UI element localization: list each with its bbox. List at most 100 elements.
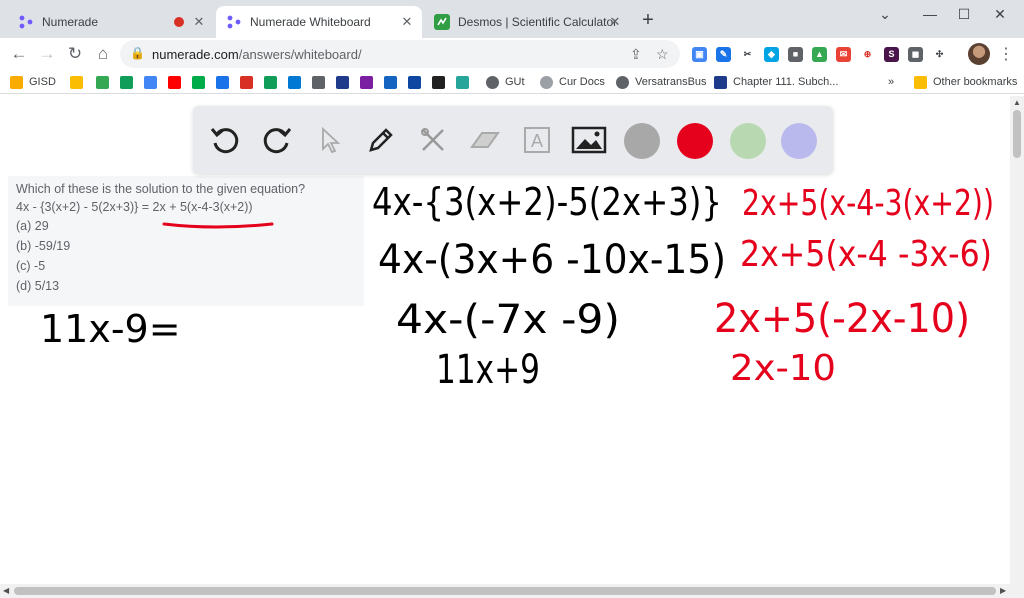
app-icon [336, 75, 349, 89]
pointer-icon[interactable] [309, 120, 349, 160]
bookmark-drive[interactable] [96, 74, 115, 90]
bookmark-versatransbus[interactable]: VersatransBus [616, 74, 707, 90]
numerade-icon [226, 14, 242, 30]
bookmark-star-icon[interactable]: ☆ [656, 46, 669, 63]
desmos-icon [434, 14, 450, 30]
bookmark-outlook[interactable] [288, 74, 307, 90]
folder-icon [70, 75, 83, 89]
home-button[interactable]: ⌂ [92, 43, 114, 65]
bookmarks-bar: GISD GUt Cur Docs VersatransBus Chapter … [0, 70, 1024, 94]
gisd-icon [10, 75, 23, 89]
app-icon [384, 75, 397, 89]
sheets-icon [264, 75, 277, 89]
tools-icon[interactable] [413, 120, 453, 160]
bookmark-gisd[interactable]: GISD [10, 74, 56, 90]
url-path: /answers/whiteboard/ [238, 47, 362, 62]
bookmark-youtube[interactable] [168, 74, 187, 90]
bookmarks-overflow[interactable]: » [888, 74, 894, 90]
eraser-icon[interactable] [465, 120, 505, 160]
close-icon[interactable]: ✕ [400, 15, 414, 29]
close-icon[interactable]: ✕ [608, 15, 622, 29]
tab-strip: Numerade ✕ Numerade Whiteboard ✕ Desmos … [0, 0, 1024, 38]
bookmark-app[interactable] [432, 74, 451, 90]
maximize-button[interactable]: ☐ [954, 4, 974, 24]
bookmark-app[interactable] [336, 74, 355, 90]
redo-icon[interactable] [257, 120, 297, 160]
meet-icon [192, 75, 205, 89]
color-gray-swatch[interactable] [624, 123, 660, 159]
close-window-button[interactable]: ✕ [990, 4, 1010, 24]
bookmark-app[interactable] [384, 74, 403, 90]
new-tab-button[interactable]: + [638, 10, 658, 31]
drive-icon[interactable]: ▲ [812, 47, 827, 62]
scroll-left-icon[interactable]: ◀ [3, 586, 9, 595]
tab-desmos[interactable]: Desmos | Scientific Calculator ✕ [424, 6, 630, 38]
menu-icon[interactable]: ⋮ [998, 44, 1014, 64]
bookmark-label: GISD [29, 76, 56, 88]
lock-icon: 🔒 [130, 46, 145, 60]
extension-icon[interactable]: ✉ [836, 47, 851, 62]
tab-numerade[interactable]: Numerade ✕ [8, 6, 214, 38]
text-tool-icon[interactable]: A [517, 120, 557, 160]
extensions-puzzle-icon[interactable]: ✣ [932, 47, 947, 62]
bookmark-app[interactable] [360, 74, 379, 90]
wf-icon [240, 75, 253, 89]
extension-icon[interactable]: S [884, 47, 899, 62]
document-icon [714, 75, 727, 89]
bookmark-other[interactable]: Other bookmarks [914, 74, 1017, 90]
url-text[interactable]: numerade.com/answers/whiteboard/ [152, 47, 362, 62]
bookmark-app[interactable] [312, 74, 331, 90]
bookmark-meet[interactable] [192, 74, 211, 90]
bookmark-app[interactable] [456, 74, 475, 90]
bookmark-docs[interactable] [144, 74, 163, 90]
reload-button[interactable]: ↻ [64, 43, 86, 65]
tab-title: Desmos | Scientific Calculator [458, 15, 618, 29]
url-host: numerade.com [152, 47, 239, 62]
scroll-up-icon[interactable]: ▲ [1013, 98, 1021, 107]
back-button[interactable]: ← [8, 43, 30, 65]
extension-icon[interactable]: ✎ [716, 47, 731, 62]
minimize-button[interactable]: — [920, 4, 940, 24]
vertical-scrollbar[interactable]: ▲ [1010, 96, 1024, 598]
tab-numerade-whiteboard[interactable]: Numerade Whiteboard ✕ [216, 6, 422, 38]
underline-annotation [162, 222, 274, 229]
bookmark-sheets[interactable] [264, 74, 283, 90]
color-lavender-swatch[interactable] [781, 123, 817, 159]
color-red-swatch[interactable] [677, 123, 713, 159]
whiteboard-toolbar: A [193, 106, 833, 174]
share-icon[interactable]: ⇪ [630, 46, 642, 63]
scroll-right-icon[interactable]: ▶ [1000, 586, 1006, 595]
scissors-icon[interactable]: ✂ [740, 47, 755, 62]
avatar[interactable] [968, 43, 990, 65]
forward-button[interactable]: → [36, 43, 58, 65]
outlook-icon [288, 75, 301, 89]
extension-icon[interactable]: ■ [788, 47, 803, 62]
color-green-swatch[interactable] [730, 123, 766, 159]
undo-icon[interactable] [205, 120, 245, 160]
scroll-thumb[interactable] [1013, 110, 1021, 158]
bookmark-cur-docs[interactable]: Cur Docs [540, 74, 605, 90]
bookmark-label: GUt [505, 76, 525, 88]
bookmark-gut[interactable]: GUt [486, 74, 525, 90]
calendar-icon [216, 75, 229, 89]
bookmark-chapter-111[interactable]: Chapter 111. Subch... [714, 74, 838, 90]
bookmark-calendar[interactable] [216, 74, 235, 90]
bookmark-app[interactable] [408, 74, 427, 90]
horizontal-scrollbar[interactable]: ◀ ▶ [0, 584, 1010, 598]
extension-icon[interactable]: ▣ [692, 47, 707, 62]
close-icon[interactable]: ✕ [192, 15, 206, 29]
globe-icon [616, 75, 629, 89]
scroll-thumb[interactable] [14, 587, 996, 595]
extension-icon[interactable]: ◼ [908, 47, 923, 62]
pen-icon[interactable] [361, 120, 401, 160]
bookmark-classroom[interactable] [120, 74, 139, 90]
image-icon[interactable] [569, 120, 609, 160]
tab-search-icon[interactable]: ⌄ [875, 4, 895, 24]
extension-icon[interactable]: ⊕ [860, 47, 875, 62]
address-bar[interactable]: 🔒 numerade.com/answers/whiteboard/ ⇪ ☆ [120, 40, 680, 68]
handwritten-black-line-4: 11x+9 [436, 347, 540, 393]
extension-icon[interactable]: ◆ [764, 47, 779, 62]
bookmark-wf[interactable] [240, 74, 259, 90]
bookmark-label: Chapter 111. Subch... [733, 76, 839, 88]
bookmark-icon-folder[interactable] [70, 74, 89, 90]
